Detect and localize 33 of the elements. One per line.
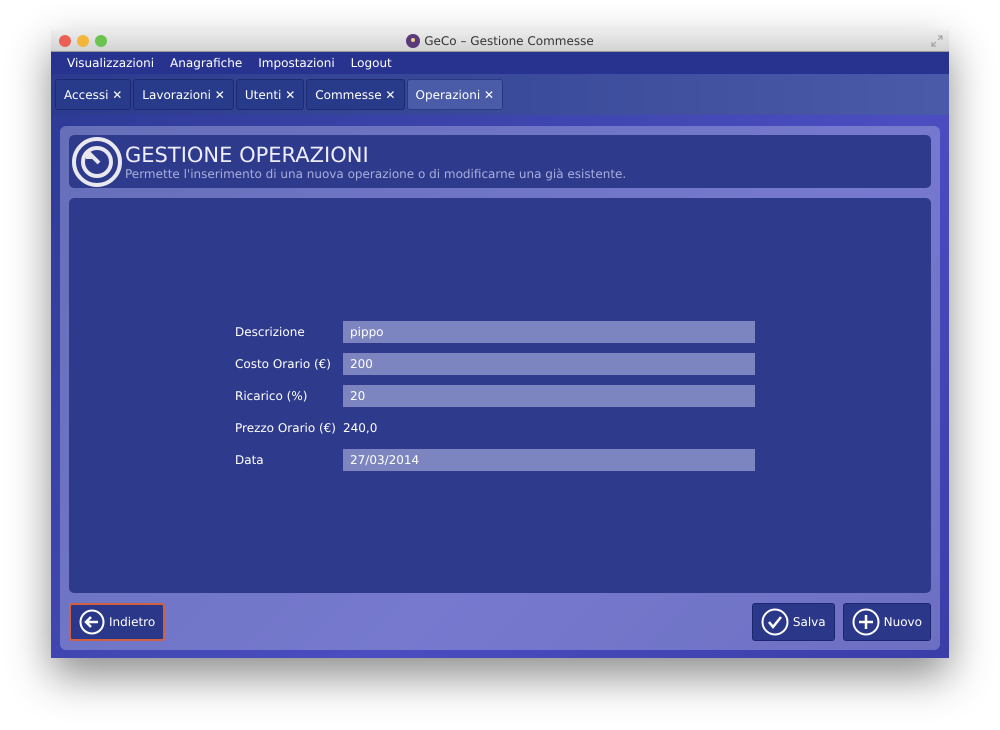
fullscreen-icon[interactable]	[931, 34, 943, 46]
input-field[interactable]: 20	[343, 384, 755, 406]
back-button[interactable]: Indietro	[69, 603, 166, 641]
page-description: Permette l'inserimento di una nuova operazione o di modificarne una già esistente.	[125, 166, 626, 180]
page-title: GESTIONE OPERAZIONI	[125, 142, 370, 166]
tab[interactable]: Utenti ✕	[236, 79, 304, 110]
tab[interactable]: Commesse ✕	[306, 79, 404, 110]
field-label: Descrizione	[235, 324, 306, 340]
field-label: Data	[235, 452, 265, 468]
tab[interactable]: Lavorazioni ✕	[133, 79, 234, 110]
field-label: Prezzo Orario (€)	[235, 420, 337, 436]
app-logo-icon	[406, 34, 420, 48]
input-field[interactable]: 200	[343, 352, 755, 374]
input-field[interactable]: pippo	[343, 320, 755, 342]
computed-value: 240,0	[343, 420, 378, 436]
menu-item[interactable]: Visualizzazioni	[59, 56, 162, 70]
gauge-icon	[71, 136, 123, 188]
menu-item[interactable]: Anagrafiche	[162, 56, 250, 70]
minimize-icon[interactable]	[77, 34, 89, 46]
checkmark-icon	[760, 608, 789, 636]
tab[interactable]: Accessi ✕	[55, 79, 132, 110]
save-button[interactable]: Salva	[752, 603, 835, 641]
field-label: Costo Orario (€)	[235, 356, 332, 372]
close-icon[interactable]	[59, 34, 71, 46]
plus-icon	[852, 608, 880, 636]
window-title: GeCo – Gestione Commesse	[424, 34, 594, 48]
tab[interactable]: Operazioni ✕	[406, 79, 504, 110]
input-field[interactable]: 27/03/2014	[343, 448, 755, 470]
menu-item[interactable]: Impostazioni	[250, 56, 343, 70]
field-label: Ricarico (%)	[235, 388, 308, 404]
new-button[interactable]: Nuovo	[842, 603, 931, 641]
menu-item[interactable]: Logout	[342, 56, 400, 70]
zoom-icon[interactable]	[95, 34, 107, 46]
